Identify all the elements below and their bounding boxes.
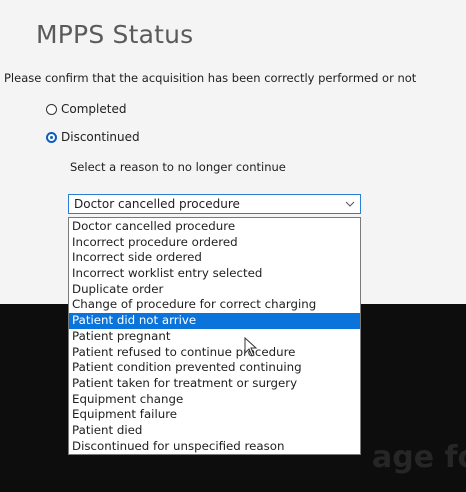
radio-completed-label: Completed (61, 102, 127, 116)
dropdown-option[interactable]: Patient refused to continue procedure (69, 345, 360, 361)
dropdown-option[interactable]: Patient condition prevented continuing (69, 360, 360, 376)
reason-dropdown-list: Doctor cancelled procedure Incorrect proc… (68, 217, 361, 456)
dropdown-option[interactable]: Incorrect procedure ordered (69, 235, 360, 251)
reason-select-value: Doctor cancelled procedure (74, 197, 240, 211)
dropdown-option[interactable]: Change of procedure for correct charging (69, 297, 360, 313)
dropdown-option[interactable]: Patient pregnant (69, 329, 360, 345)
chevron-down-icon[interactable] (345, 198, 355, 210)
reason-label: Select a reason to no longer continue (70, 160, 286, 174)
dropdown-option[interactable]: Incorrect worklist entry selected (69, 266, 360, 282)
dropdown-option[interactable]: Duplicate order (69, 282, 360, 298)
confirm-prompt: Please confirm that the acquisition has … (4, 71, 417, 85)
radio-completed[interactable]: Completed (46, 102, 126, 116)
dropdown-option[interactable]: Incorrect side ordered (69, 250, 360, 266)
mouse-cursor-icon (244, 337, 258, 357)
dropdown-option[interactable]: Patient did not arrive (69, 313, 360, 329)
background-text: age fo (372, 440, 466, 475)
page-title: MPPS Status (36, 20, 194, 49)
reason-select[interactable]: Doctor cancelled procedure (68, 194, 361, 214)
dropdown-option[interactable]: Equipment failure (69, 407, 360, 423)
radio-discontinued[interactable]: Discontinued (46, 130, 140, 144)
dropdown-option[interactable]: Doctor cancelled procedure (69, 219, 360, 235)
dropdown-option[interactable]: Equipment change (69, 392, 360, 408)
dropdown-option[interactable]: Discontinued for unspecified reason (69, 439, 360, 455)
dropdown-option[interactable]: Patient died (69, 423, 360, 439)
dropdown-option[interactable]: Patient taken for treatment or surgery (69, 376, 360, 392)
radio-discontinued-circle[interactable] (46, 131, 57, 143)
radio-completed-circle[interactable] (46, 103, 57, 115)
mpps-status-dialog: MPPS Status Please confirm that the acqu… (0, 0, 466, 492)
radio-discontinued-label: Discontinued (61, 130, 140, 144)
